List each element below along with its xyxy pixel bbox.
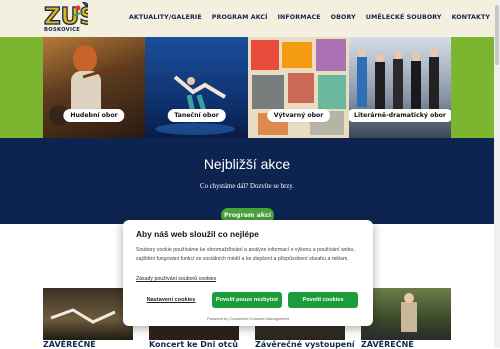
svg-text:ZUŠ: ZUŠ <box>44 2 88 30</box>
cookie-dialog: Aby náš web sloužil co nejlépe Soubory c… <box>123 220 373 326</box>
violinist-image <box>49 45 124 125</box>
tile-label-tanecni[interactable]: Taneční obor <box>167 109 226 122</box>
scrollbar[interactable] <box>494 0 500 348</box>
scrollbar-thumb[interactable] <box>495 5 499 65</box>
cookie-text: Soubory cookie používáme ke shromažďován… <box>136 247 355 262</box>
events-title: Nejbližší akce <box>203 156 291 172</box>
green-band-right <box>451 37 500 138</box>
green-band-left <box>0 37 43 138</box>
main-nav: AKTUALITY/GALERIE PROGRAM AKCÍ INFORMACE… <box>129 14 490 21</box>
nav-item-aktuality[interactable]: AKTUALITY/GALERIE <box>129 14 202 21</box>
card-image-1[interactable] <box>43 288 133 340</box>
dancers-image <box>155 75 235 135</box>
theatre-image <box>357 49 439 110</box>
artwork-image <box>251 39 346 135</box>
tile-label-hudebni[interactable]: Hudební obor <box>63 109 125 122</box>
card-image-4[interactable] <box>361 288 451 340</box>
cookie-accept-all-button[interactable]: Povolit cookies <box>288 292 358 308</box>
tile-vytvarny[interactable]: Výtvarný obor <box>248 37 349 138</box>
nav-item-program[interactable]: PROGRAM AKCÍ <box>212 14 268 21</box>
nav-item-kontakty[interactable]: KONTAKTY <box>452 14 490 21</box>
logo-subtitle: BOSKOVICE <box>44 27 81 33</box>
events-subtitle: Co chystáme dál? Dozvíte se brzy. <box>200 183 294 190</box>
site-header: ZUŠ BOSKOVICE AKTUALITY/GALERIE PROGRAM … <box>0 0 500 37</box>
cookie-powered-by[interactable]: Powered by Cookiehub Consent Management <box>123 316 373 321</box>
tile-dramaticky[interactable]: Literárně-dramatický obor <box>349 37 451 138</box>
cookie-settings-button[interactable]: Nastavení cookies <box>136 292 206 308</box>
nav-item-obory[interactable]: OBORY <box>331 14 356 21</box>
tile-label-vytvarny[interactable]: Výtvarný obor <box>266 109 331 122</box>
nav-item-soubory[interactable]: UMĚLECKÉ SOUBORY <box>366 14 442 21</box>
tile-hudebni[interactable]: Hudební obor <box>43 37 145 138</box>
tile-label-dramaticky[interactable]: Literárně-dramatický obor <box>349 109 451 122</box>
cookie-policy-link[interactable]: Zásady používání souborů cookies <box>136 276 216 282</box>
cookie-necessary-button[interactable]: Povolit pouze nezbytné <box>212 292 282 308</box>
cookie-title: Aby náš web sloužil co nejlépe <box>136 229 259 239</box>
nav-item-informace[interactable]: INFORMACE <box>278 14 321 21</box>
tile-tanecni[interactable]: Taneční obor <box>145 37 248 138</box>
